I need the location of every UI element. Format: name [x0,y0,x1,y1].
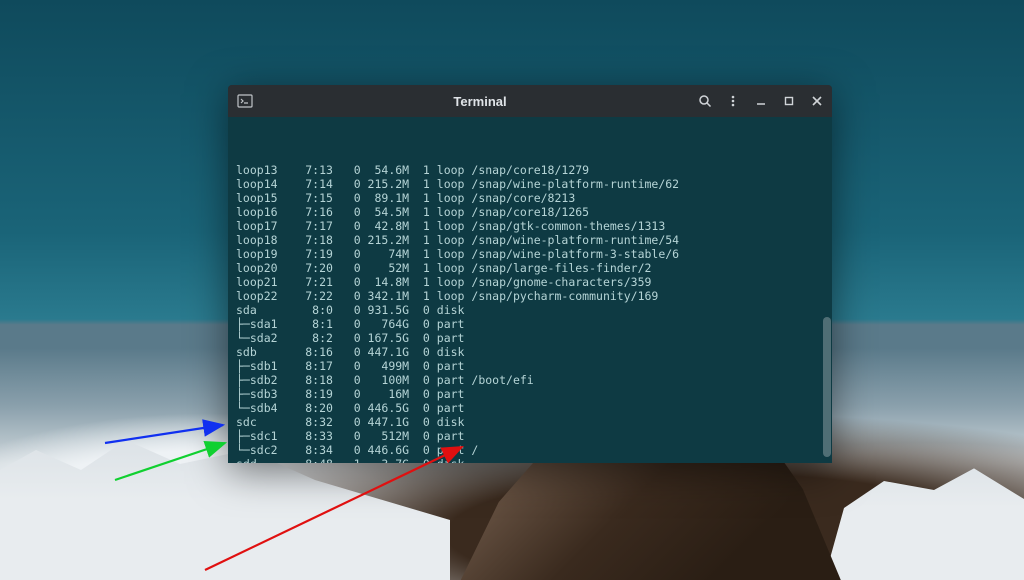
lsblk-row: └─sda2 8:2 0 167.5G 0 part [236,331,824,345]
maximize-button[interactable] [782,94,796,108]
lsblk-row: loop18 7:18 0 215.2M 1 loop /snap/wine-p… [236,233,824,247]
lsblk-row: ├─sdb3 8:19 0 16M 0 part [236,387,824,401]
lsblk-row: loop15 7:15 0 89.1M 1 loop /snap/core/82… [236,191,824,205]
close-button[interactable] [810,94,824,108]
menu-icon[interactable] [726,94,740,108]
lsblk-row: ├─sda1 8:1 0 764G 0 part [236,317,824,331]
terminal-body[interactable]: loop13 7:13 0 54.6M 1 loop /snap/core18/… [228,117,832,463]
lsblk-row: loop17 7:17 0 42.8M 1 loop /snap/gtk-com… [236,219,824,233]
lsblk-row: ├─sdb2 8:18 0 100M 0 part /boot/efi [236,373,824,387]
minimize-button[interactable] [754,94,768,108]
lsblk-row: ├─sdc1 8:33 0 512M 0 part [236,429,824,443]
titlebar-controls [698,94,824,108]
lsblk-row: sdb 8:16 0 447.1G 0 disk [236,345,824,359]
lsblk-row: └─sdc2 8:34 0 446.6G 0 part / [236,443,824,457]
lsblk-row: loop16 7:16 0 54.5M 1 loop /snap/core18/… [236,205,824,219]
lsblk-row: loop21 7:21 0 14.8M 1 loop /snap/gnome-c… [236,275,824,289]
lsblk-row: └─sdb4 8:20 0 446.5G 0 part [236,401,824,415]
lsblk-row: loop20 7:20 0 52M 1 loop /snap/large-fil… [236,261,824,275]
lsblk-row: loop14 7:14 0 215.2M 1 loop /snap/wine-p… [236,177,824,191]
lsblk-row: ├─sdb1 8:17 0 499M 0 part [236,359,824,373]
lsblk-row: sdd 8:48 1 3.7G 0 disk [236,457,824,463]
scrollbar[interactable] [823,317,831,457]
lsblk-row: sdc 8:32 0 447.1G 0 disk [236,415,824,429]
lsblk-row: loop19 7:19 0 74M 1 loop /snap/wine-plat… [236,247,824,261]
terminal-app-icon [236,92,254,110]
titlebar[interactable]: Terminal [228,85,832,117]
search-icon[interactable] [698,94,712,108]
lsblk-row: loop13 7:13 0 54.6M 1 loop /snap/core18/… [236,163,824,177]
terminal-window: Terminal loop13 7:13 0 54.6M 1 loop /sna… [228,85,832,463]
lsblk-row: sda 8:0 0 931.5G 0 disk [236,303,824,317]
lsblk-row: loop22 7:22 0 342.1M 1 loop /snap/pychar… [236,289,824,303]
window-title: Terminal [262,94,698,109]
